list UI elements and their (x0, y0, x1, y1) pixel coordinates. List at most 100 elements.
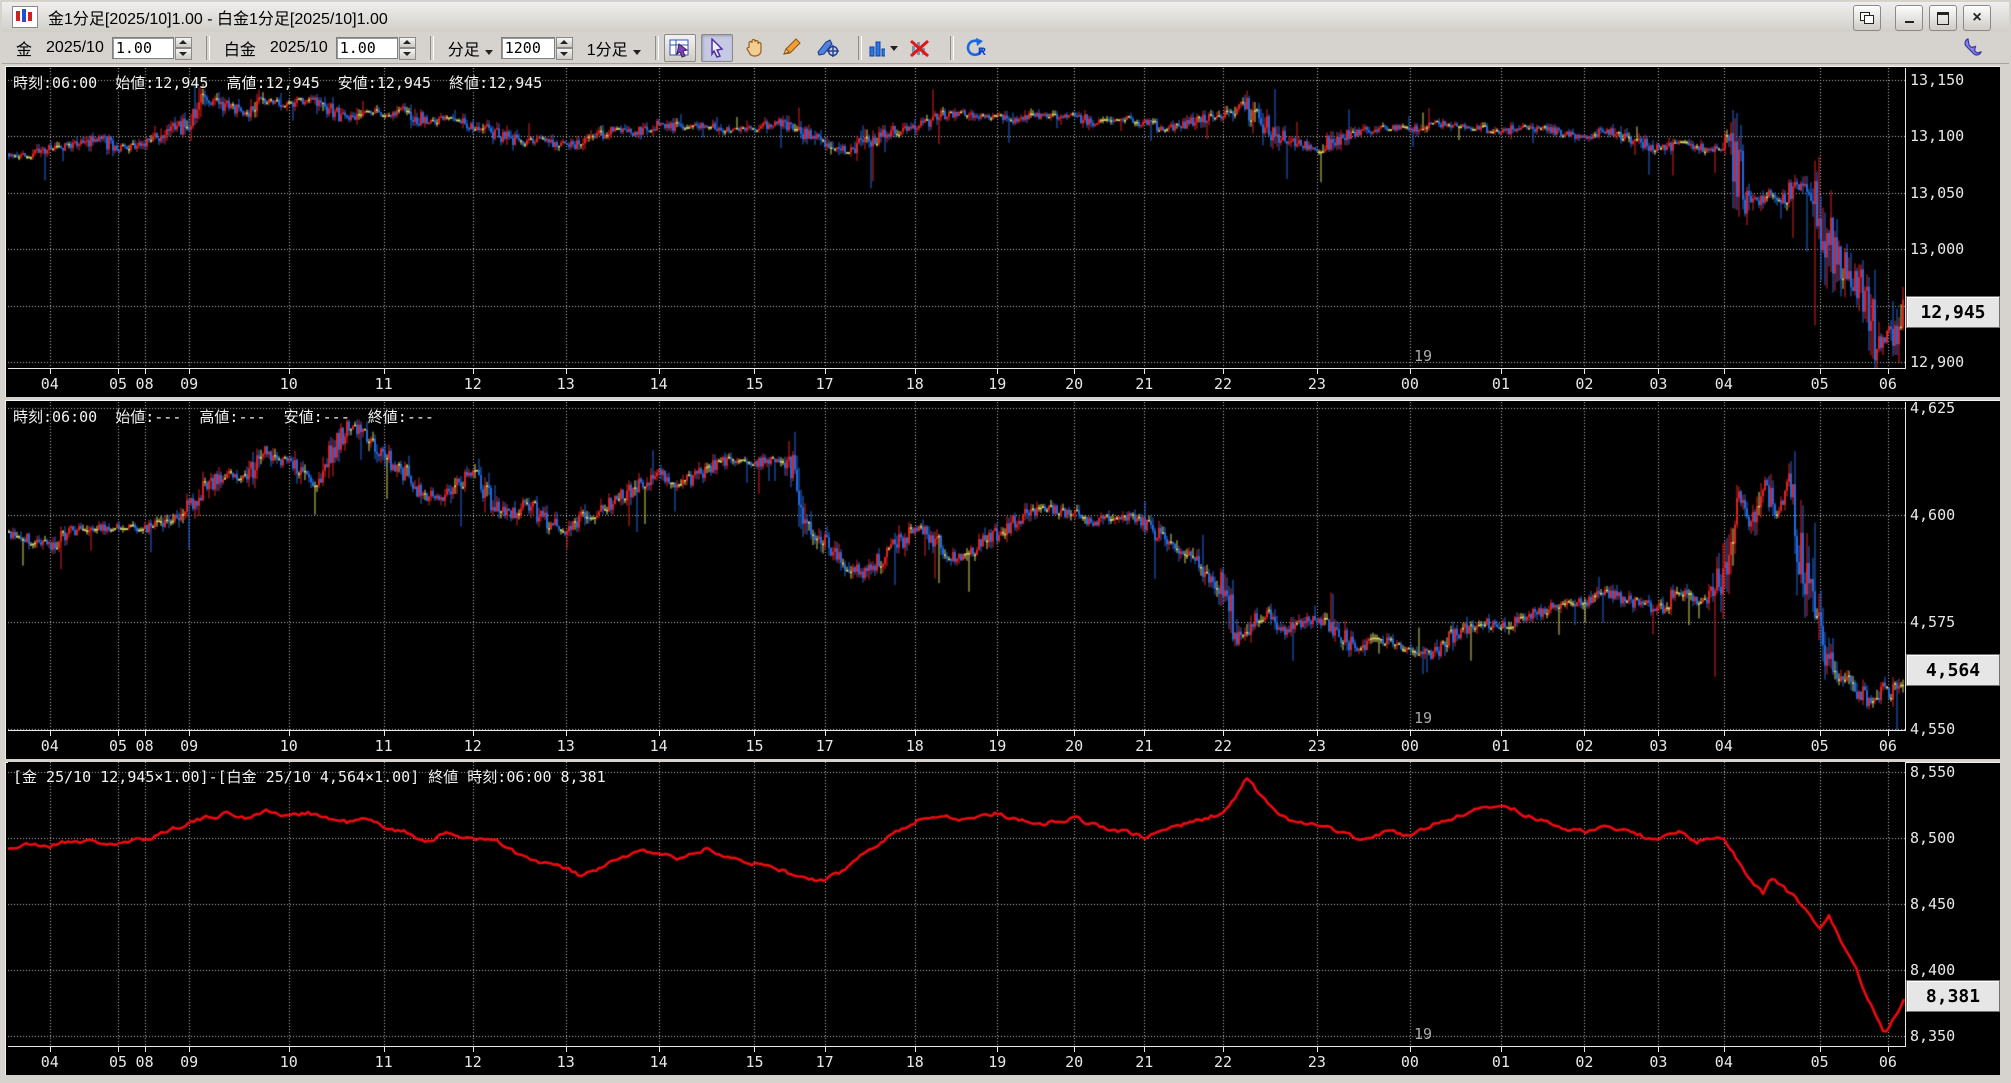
x-tick-label: 20 (1065, 1053, 1083, 1071)
x-tick-label: 00 (1401, 375, 1419, 393)
y-axis-label: 8,550 (1910, 763, 1955, 781)
x-tick-label: 06 (1879, 737, 1897, 755)
chevron-down-icon (633, 50, 641, 55)
gold-contract-label: 2025/10 (46, 39, 104, 57)
x-tick (1144, 1047, 1145, 1052)
x-tick-label: 14 (650, 737, 668, 755)
x-tick-label: 08 (136, 1053, 154, 1071)
close-button[interactable]: × (1963, 5, 1991, 31)
x-tick-label: 04 (1715, 1053, 1733, 1071)
cascade-windows-button[interactable] (1853, 5, 1881, 31)
refresh-button[interactable]: R (959, 34, 991, 62)
x-tick (473, 369, 474, 374)
delete-chart-icon (909, 38, 931, 58)
bar-type-dropdown[interactable]: 分足 (448, 36, 493, 60)
draw-tool-button[interactable] (775, 34, 807, 62)
x-tick-label: 11 (375, 375, 393, 393)
x-tick (384, 731, 385, 736)
title-bar[interactable]: 金1分足[2025/10]1.00 - 白金1分足[2025/10]1.00 × (2, 2, 2009, 32)
spread-formula-readout: [金 25/10 12,945×1.00]-[白金 25/10 4,564×1.… (13, 766, 606, 787)
x-tick-label: 21 (1135, 1053, 1153, 1071)
x-tick-label: 08 (136, 737, 154, 755)
x-tick-label: 13 (557, 1053, 575, 1071)
x-tick-label: 09 (180, 737, 198, 755)
x-tick (50, 369, 51, 374)
x-tick (50, 1047, 51, 1052)
toolbar-separator (950, 36, 954, 60)
x-tick-label: 06 (1879, 1053, 1897, 1071)
x-tick (754, 369, 755, 374)
x-tick (1724, 369, 1725, 374)
interval-dropdown[interactable]: 1分足 (587, 36, 641, 60)
x-tick (289, 731, 290, 736)
x-tick (1724, 1047, 1725, 1052)
y-axis-label: 13,150 (1910, 71, 1964, 89)
x-tick (1584, 1047, 1585, 1052)
platinum-label: 白金 (224, 36, 256, 60)
x-tick (825, 369, 826, 374)
y-axis-label: 8,500 (1910, 829, 1955, 847)
pointer-tool-button[interactable] (701, 34, 733, 62)
pan-tool-button[interactable] (738, 34, 770, 62)
bar-count-spinner[interactable] (556, 37, 573, 60)
x-tick (997, 1047, 998, 1052)
x-tick (1658, 1047, 1659, 1052)
minimize-button[interactable] (1895, 5, 1923, 31)
x-tick (566, 1047, 567, 1052)
x-tick-label: 21 (1135, 375, 1153, 393)
spread-last-price-tag: 8,381 (1906, 980, 2000, 1012)
x-tick-label: 05 (109, 375, 127, 393)
x-tick-label: 12 (464, 737, 482, 755)
x-tick-label: 14 (650, 375, 668, 393)
chart-type-button[interactable] (867, 34, 899, 62)
svg-text:R: R (978, 46, 986, 58)
marker-tool-button[interactable] (812, 34, 844, 62)
x-tick (1410, 369, 1411, 374)
x-tick (118, 369, 119, 374)
toolbar-separator (206, 36, 210, 60)
x-tick-label: 03 (1649, 375, 1667, 393)
bar-count-input[interactable] (501, 37, 555, 59)
strip-border (8, 1046, 1905, 1047)
x-tick (50, 731, 51, 736)
maximize-button[interactable] (1929, 5, 1957, 31)
x-tick (659, 369, 660, 374)
y-axis-label: 13,100 (1910, 127, 1964, 145)
gold-label: 金 (16, 36, 32, 60)
close-icon: × (1972, 10, 1981, 26)
remove-chart-button[interactable] (904, 34, 936, 62)
spread-line-chart[interactable] (8, 762, 1905, 1046)
gold-candlestick-chart[interactable] (8, 68, 1905, 368)
x-tick-label: 01 (1492, 1053, 1510, 1071)
pointer-icon (707, 38, 727, 58)
y-axis-label: 4,575 (1910, 613, 1955, 631)
highlighter-icon (816, 38, 840, 58)
platinum-multiplier-spinner[interactable] (399, 37, 416, 60)
x-tick (1820, 731, 1821, 736)
platinum-last-price-tag: 4,564 (1906, 654, 2000, 686)
gold-multiplier-input[interactable] (112, 37, 174, 59)
x-tick-label: 04 (41, 1053, 59, 1071)
chart-cursor-settings-button[interactable] (664, 34, 696, 62)
x-tick (1724, 731, 1725, 736)
x-tick (915, 369, 916, 374)
x-tick (1888, 369, 1889, 374)
y-axis-label: 4,600 (1910, 506, 1955, 524)
gold-last-price-tag: 12,945 (1906, 296, 2000, 328)
x-tick-label: 23 (1308, 1053, 1326, 1071)
x-tick-label: 15 (745, 737, 763, 755)
x-tick-label: 01 (1492, 375, 1510, 393)
x-tick (289, 369, 290, 374)
settings-button[interactable] (1959, 35, 1989, 61)
platinum-candlestick-chart[interactable] (8, 402, 1905, 730)
pencil-icon (780, 38, 802, 58)
x-tick (118, 1047, 119, 1052)
x-tick-label: 11 (375, 1053, 393, 1071)
gold-multiplier-spinner[interactable] (175, 37, 192, 60)
platinum-multiplier-input[interactable] (336, 37, 398, 59)
x-tick (1501, 1047, 1502, 1052)
x-tick-label: 15 (745, 375, 763, 393)
x-tick-label: 11 (375, 737, 393, 755)
x-tick (189, 1047, 190, 1052)
x-tick (189, 731, 190, 736)
